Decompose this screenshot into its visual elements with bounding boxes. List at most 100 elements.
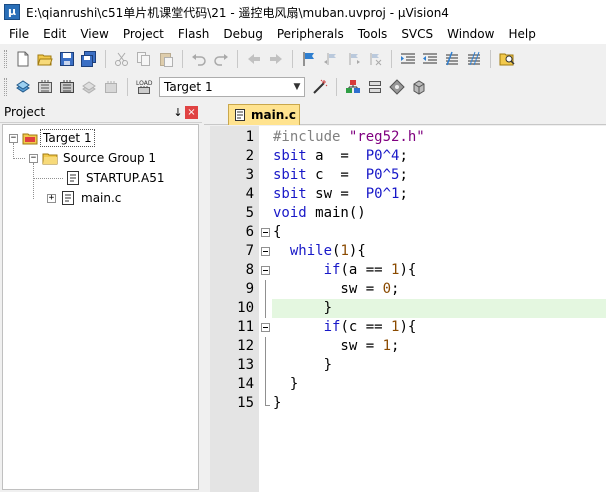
code-token: P0^1 <box>365 186 400 202</box>
pin-icon[interactable]: ↓ <box>171 106 185 119</box>
tree-label-file: main.c <box>81 191 122 205</box>
code-token: 0 <box>382 281 392 297</box>
code-token: ; <box>391 338 400 354</box>
toolbar-grip[interactable] <box>4 50 7 68</box>
code-token: P0^5 <box>365 167 400 183</box>
new-file-button[interactable] <box>12 48 34 70</box>
menu-project[interactable]: Project <box>115 27 170 41</box>
code-line[interactable]: 15} <box>210 394 606 413</box>
translate-button[interactable] <box>12 76 34 98</box>
menu-file[interactable]: File <box>0 27 35 41</box>
menu-view[interactable]: View <box>72 27 114 41</box>
code-line[interactable]: 11 if(c == 1){ <box>210 318 606 337</box>
clear-bookmarks-icon <box>370 53 382 66</box>
download-button[interactable]: LOAD <box>133 76 155 98</box>
pack-installer-button[interactable] <box>386 76 408 98</box>
code-line[interactable]: 13 } <box>210 356 606 375</box>
collapse-toggle[interactable]: − <box>9 133 18 143</box>
paste-icon <box>160 53 173 67</box>
menu-debug[interactable]: Debug <box>215 27 268 41</box>
find-in-files-button[interactable] <box>496 48 518 70</box>
code-line[interactable]: 2 sbit a = P0^4; <box>210 147 606 166</box>
comment-button[interactable] <box>441 48 463 70</box>
next-bookmark-button[interactable] <box>342 48 364 70</box>
code-editor[interactable]: 1 #include "reg52.h" 2 sbit a = P0^4; 3 sbit … <box>210 126 606 492</box>
code-token: ; <box>391 281 400 297</box>
fold-toggle-icon[interactable] <box>261 228 270 237</box>
menu-window[interactable]: Window <box>439 27 500 41</box>
code-line[interactable]: 3 sbit c = P0^5; <box>210 166 606 185</box>
tab-main-c[interactable]: main.c <box>228 104 300 125</box>
manage-components-button[interactable] <box>342 76 364 98</box>
tree-node-file[interactable]: + main.c <box>47 188 123 208</box>
stop-build-button[interactable] <box>100 76 122 98</box>
collapse-toggle[interactable]: − <box>29 153 38 163</box>
code-token: } <box>273 395 282 411</box>
next-bookmark-icon <box>349 53 360 65</box>
tree-node-source-group[interactable]: − Source Group 1 <box>29 148 158 168</box>
arrow-right-icon <box>270 54 282 64</box>
insert-bookmark-button[interactable] <box>298 48 320 70</box>
undo-button[interactable] <box>188 48 210 70</box>
redo-button[interactable] <box>210 48 232 70</box>
save-all-button[interactable] <box>78 48 100 70</box>
indent-button[interactable] <box>397 48 419 70</box>
close-icon[interactable]: × <box>185 105 198 119</box>
fold-toggle-icon[interactable] <box>261 323 270 332</box>
toolbar-separator <box>391 50 392 68</box>
open-button[interactable] <box>34 48 56 70</box>
build-button[interactable] <box>34 76 56 98</box>
menu-tools[interactable]: Tools <box>350 27 394 41</box>
line-number: 13 <box>237 357 254 373</box>
build-icon <box>38 80 52 93</box>
chevron-down-icon[interactable]: ▼ <box>290 82 304 92</box>
line-number: 12 <box>237 338 254 354</box>
cut-button[interactable] <box>111 48 133 70</box>
fold-guide <box>265 337 266 356</box>
prev-bookmark-button[interactable] <box>320 48 342 70</box>
clear-bookmarks-button[interactable] <box>364 48 386 70</box>
code-line[interactable]: 1 #include "reg52.h" <box>210 128 606 147</box>
menu-help[interactable]: Help <box>500 27 541 41</box>
code-line[interactable]: 7 while(1){ <box>210 242 606 261</box>
target-options-button[interactable] <box>309 76 331 98</box>
project-tree: − Target 1 − Source Group 1 STARTUP.A51 … <box>2 124 199 490</box>
select-packs-button[interactable] <box>364 76 386 98</box>
code-line[interactable]: 8 if(a == 1){ <box>210 261 606 280</box>
cube-stack-icon <box>413 80 425 95</box>
tree-node-target[interactable]: − Target 1 <box>9 128 95 148</box>
code-line[interactable]: 6{ <box>210 223 606 242</box>
indent-icon <box>401 53 415 64</box>
software-packs-button[interactable] <box>408 76 430 98</box>
menu-svcs[interactable]: SVCS <box>393 27 439 41</box>
save-button[interactable] <box>56 48 78 70</box>
code-line[interactable]: 14 } <box>210 375 606 394</box>
uncomment-button[interactable] <box>463 48 485 70</box>
code-line[interactable]: 12 sw = 1; <box>210 337 606 356</box>
fold-guide <box>265 394 270 406</box>
navigate-back-button[interactable] <box>243 48 265 70</box>
diamond-gear-icon <box>389 79 405 95</box>
unindent-button[interactable] <box>419 48 441 70</box>
copy-button[interactable] <box>133 48 155 70</box>
code-line[interactable]: 5 void main() <box>210 204 606 223</box>
code-line[interactable]: 9 sw = 0; <box>210 280 606 299</box>
toolbar-separator <box>127 78 128 96</box>
menu-flash[interactable]: Flash <box>170 27 215 41</box>
navigate-forward-button[interactable] <box>265 48 287 70</box>
menu-edit[interactable]: Edit <box>35 27 72 41</box>
batch-build-button[interactable] <box>78 76 100 98</box>
paste-button[interactable] <box>155 48 177 70</box>
code-line[interactable]: 4 sbit sw = P0^1; <box>210 185 606 204</box>
fold-toggle-icon[interactable] <box>261 266 270 275</box>
code-token: ){ <box>399 319 417 335</box>
expand-toggle[interactable]: + <box>47 193 56 203</box>
rebuild-button[interactable] <box>56 76 78 98</box>
tree-node-file[interactable]: STARTUP.A51 <box>65 168 166 188</box>
toolbar-grip[interactable] <box>4 78 7 96</box>
menu-peripherals[interactable]: Peripherals <box>269 27 350 41</box>
fold-toggle-icon[interactable] <box>261 247 270 256</box>
target-select[interactable]: Target 1 ▼ <box>159 77 305 97</box>
code-line[interactable]: 10 } <box>210 299 606 318</box>
